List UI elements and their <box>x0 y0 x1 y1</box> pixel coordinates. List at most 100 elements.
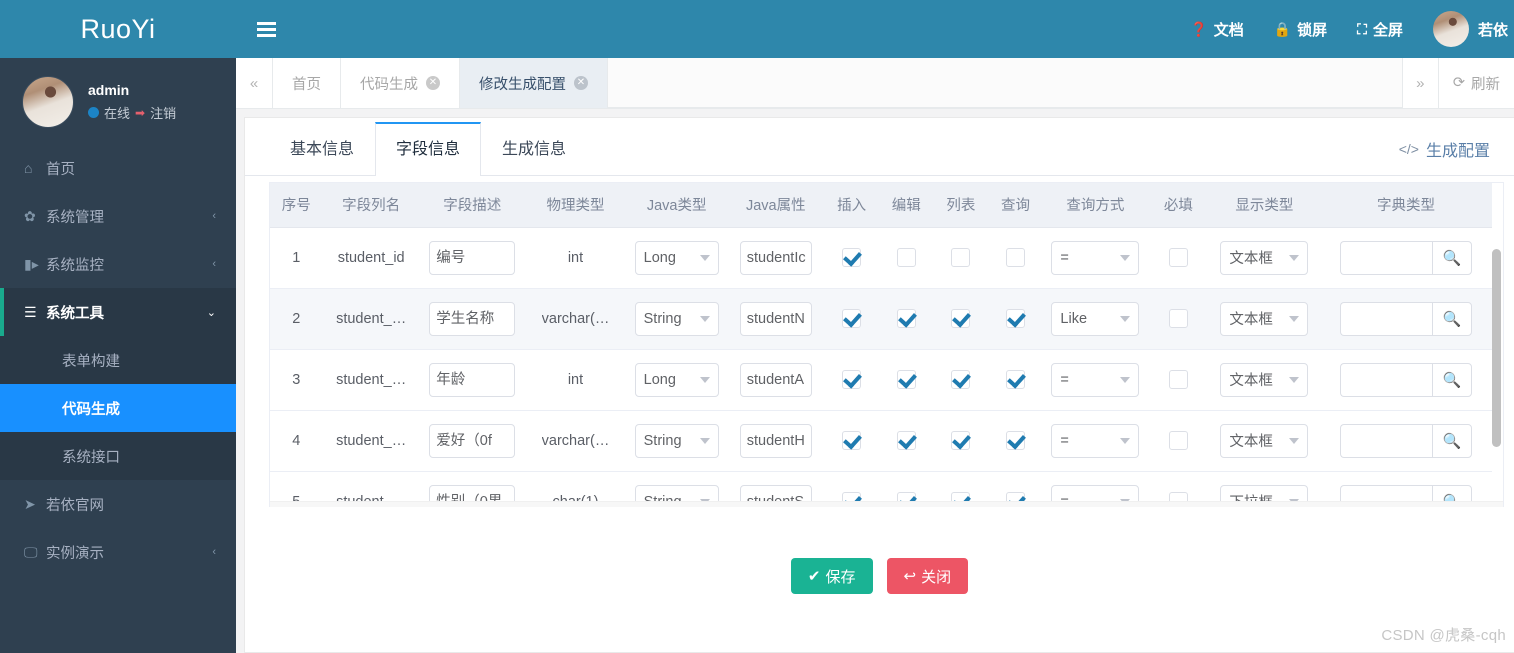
page-tab-label: 首页 <box>292 76 321 93</box>
query-checkbox[interactable] <box>1006 370 1026 389</box>
edit-checkbox[interactable] <box>896 431 916 450</box>
list-checkbox[interactable] <box>951 248 971 267</box>
search-icon[interactable]: 🔍 <box>1431 362 1472 397</box>
cell-column-name: student_… <box>322 410 420 472</box>
description-input[interactable]: 爱好（0f <box>429 423 516 458</box>
sidebar-item-demo[interactable]: 🖵 实例演示 ‹ <box>0 528 236 576</box>
required-checkbox[interactable] <box>1168 248 1188 267</box>
col-list: 列表 <box>933 183 989 228</box>
query-checkbox[interactable] <box>1006 431 1026 450</box>
sidebar-item-label: 系统管理 <box>46 209 104 226</box>
tab-strip-filler <box>608 58 1402 108</box>
sidebar-item-official-site[interactable]: ➤ 若依官网 <box>0 480 236 528</box>
cell-java-type: Long <box>626 227 728 289</box>
search-icon[interactable]: 🔍 <box>1431 301 1472 336</box>
query-type-select[interactable]: = <box>1051 423 1140 458</box>
avatar[interactable] <box>22 76 74 128</box>
edit-checkbox[interactable] <box>896 248 916 267</box>
cell-description: 爱好（0f <box>419 410 525 472</box>
chevron-down-icon <box>699 254 710 261</box>
list-checkbox[interactable] <box>951 309 971 328</box>
java-attr-input[interactable]: studentH <box>739 423 812 458</box>
dict-type-input[interactable] <box>1339 301 1432 336</box>
page-tab-code-gen[interactable]: 代码生成 ✕ <box>341 58 460 108</box>
edit-checkbox[interactable] <box>896 370 916 389</box>
dict-type-group: 🔍 <box>1339 423 1472 458</box>
table-row: 2 student_… 学生名称 varchar(… String studen… <box>270 288 1492 350</box>
sidebar-item-system-manage[interactable]: ✿ 系统管理 ‹ <box>0 192 236 240</box>
insert-checkbox[interactable] <box>842 309 862 328</box>
required-checkbox[interactable] <box>1168 431 1188 450</box>
description-input[interactable]: 年龄 <box>429 362 516 397</box>
java-attr-input[interactable]: studentN <box>739 301 812 336</box>
java-type-select[interactable]: String <box>634 301 719 336</box>
list-checkbox[interactable] <box>951 431 971 450</box>
tab-refresh-button[interactable]: ⟳ 刷新 <box>1438 58 1514 108</box>
logout-label[interactable]: 注销 <box>150 103 176 122</box>
chevron-down-icon <box>1289 315 1300 322</box>
query-type-select[interactable]: = <box>1051 362 1140 397</box>
sidebar-item-form-builder[interactable]: 表单构建 <box>0 336 236 384</box>
tab-scroll-left-icon[interactable]: « <box>236 58 273 108</box>
description-input[interactable]: 学生名称 <box>429 301 516 336</box>
save-button[interactable]: ✔ 保存 <box>790 558 873 594</box>
java-type-select[interactable]: Long <box>634 240 719 275</box>
java-type-value: Long <box>643 371 676 388</box>
tab-basic-info[interactable]: 基本信息 <box>269 122 375 175</box>
logout-icon[interactable]: ➡ <box>135 106 145 120</box>
java-attr-input[interactable]: studentA <box>739 362 812 397</box>
query-type-select[interactable]: = <box>1051 240 1140 275</box>
col-description: 字段描述 <box>419 183 525 228</box>
scrollbar-thumb[interactable] <box>1492 249 1501 447</box>
insert-checkbox[interactable] <box>842 248 862 267</box>
java-type-select[interactable]: Long <box>634 362 719 397</box>
required-checkbox[interactable] <box>1168 370 1188 389</box>
close-button[interactable]: ↩ 关闭 <box>886 558 969 594</box>
dict-type-input[interactable] <box>1339 240 1432 275</box>
sidebar-item-system-tools[interactable]: ☰ 系统工具 ⌄ <box>0 288 236 336</box>
display-type-select[interactable]: 文本框 <box>1220 362 1309 397</box>
search-icon[interactable]: 🔍 <box>1431 240 1472 275</box>
sidebar-item-system-monitor[interactable]: ▮▸ 系统监控 ‹ <box>0 240 236 288</box>
col-display-type: 显示类型 <box>1208 183 1320 228</box>
page-tab-home[interactable]: 首页 <box>273 58 341 108</box>
hamburger-icon[interactable] <box>236 27 296 31</box>
query-type-select[interactable]: Like <box>1051 301 1140 336</box>
header-user-menu[interactable]: 若依 <box>1432 11 1508 47</box>
java-attr-input[interactable]: studentIc <box>739 240 812 275</box>
brand-logo[interactable]: RuoYi <box>0 0 236 58</box>
display-type-select[interactable]: 文本框 <box>1220 240 1309 275</box>
sidebar-item-code-gen[interactable]: 代码生成 <box>0 384 236 432</box>
header-fullscreen-link[interactable]: ⛶ 全屏 <box>1357 19 1403 40</box>
insert-checkbox[interactable] <box>842 370 862 389</box>
page-tab-edit-gen-config[interactable]: 修改生成配置 ✕ <box>460 58 608 108</box>
required-checkbox[interactable] <box>1168 309 1188 328</box>
tab-gen-info[interactable]: 生成信息 <box>481 122 587 175</box>
display-type-select[interactable]: 文本框 <box>1220 423 1309 458</box>
dict-type-input[interactable] <box>1339 423 1432 458</box>
header-doc-link[interactable]: ❓ 文档 <box>1190 19 1243 40</box>
list-checkbox[interactable] <box>951 370 971 389</box>
gen-config-link[interactable]: </> 生成配置 <box>1399 137 1490 161</box>
col-required: 必填 <box>1148 183 1209 228</box>
close-icon[interactable]: ✕ <box>426 76 440 90</box>
column-name-text: student_… <box>336 371 407 388</box>
edit-checkbox[interactable] <box>896 309 916 328</box>
query-checkbox[interactable] <box>1006 309 1026 328</box>
cell-required <box>1148 227 1209 289</box>
sidebar-item-system-api[interactable]: 系统接口 <box>0 432 236 480</box>
sidebar-item-home[interactable]: ⌂ 首页 <box>0 144 236 192</box>
insert-checkbox[interactable] <box>842 431 862 450</box>
dict-type-input[interactable] <box>1339 362 1432 397</box>
search-icon[interactable]: 🔍 <box>1431 423 1472 458</box>
header-lock-link[interactable]: 🔒 锁屏 <box>1274 19 1327 40</box>
query-checkbox[interactable] <box>1006 248 1026 267</box>
table-vertical-scrollbar[interactable] <box>1492 227 1501 497</box>
save-button-label: 保存 <box>825 568 856 586</box>
tab-field-info[interactable]: 字段信息 <box>375 122 482 176</box>
close-icon[interactable]: ✕ <box>574 76 588 90</box>
display-type-select[interactable]: 文本框 <box>1220 301 1309 336</box>
java-type-select[interactable]: String <box>634 423 719 458</box>
tab-scroll-right-icon[interactable]: » <box>1401 58 1439 108</box>
description-input[interactable]: 编号 <box>429 240 516 275</box>
